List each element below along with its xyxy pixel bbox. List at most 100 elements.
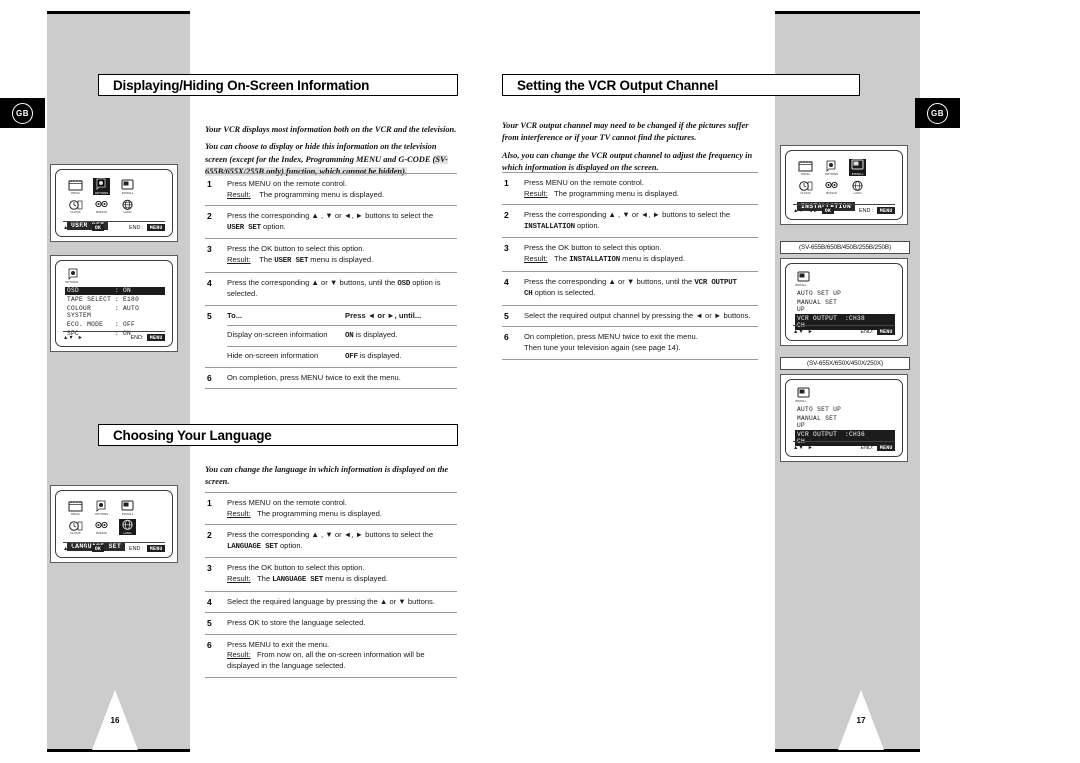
step-item: 5 Press OK to store the language selecte… xyxy=(205,612,457,634)
step-result: Result: The LANGUAGE SET menu is display… xyxy=(227,573,389,584)
step-item: 3 Press the OK button to select this opt… xyxy=(205,557,457,590)
updown-arrows-icon: ▲▼ xyxy=(63,334,74,341)
step-text: Press MENU on the remote control. xyxy=(227,179,347,188)
step-number: 1 xyxy=(504,178,509,188)
step-result: Result: The INSTALLATION menu is display… xyxy=(524,253,686,264)
step-body: Press the corresponding ▲ , ▼ or ◄, ► bu… xyxy=(524,210,758,232)
osd-row-value xyxy=(845,415,893,429)
options-icon xyxy=(94,178,109,190)
osd-footer: ▲▼ ► END: MENU xyxy=(63,331,165,341)
icon-prog: PROG xyxy=(67,499,84,516)
end-label: END : xyxy=(129,545,144,552)
globe-icon xyxy=(850,179,865,191)
icon-label: LANG xyxy=(123,210,132,214)
step-body: Select the required language by pressing… xyxy=(227,597,457,608)
steps-displaying-hiding: 1 Press MENU on the remote control. Resu… xyxy=(205,173,457,390)
osd-footer-keys: ▲▼ ◄► OK xyxy=(63,224,104,231)
step-item: 4 Select the required language by pressi… xyxy=(205,590,457,613)
osd-row-colour-system: COLOUR SYSTEM : AUTO xyxy=(65,304,165,320)
intro-vcr-output: Your VCR output channel may need to be c… xyxy=(502,120,758,180)
leftright-arrows-icon: ◄► xyxy=(807,207,819,214)
step-item: 2 Press the corresponding ▲ , ▼ or ◄, ► … xyxy=(205,524,457,557)
left-margin-top-rule xyxy=(47,11,190,14)
updown-arrows-icon: ▲▼ xyxy=(63,224,74,231)
osd-row-osd: OSD : ON xyxy=(65,286,165,296)
osd-footer-keys: ▲▼ ◄► OK xyxy=(793,207,834,214)
osd-footer: ▲▼ ◄► OK END : MENU xyxy=(793,204,895,214)
osd-screen: INSTALL AUTO SET UP MANUAL SET UP VCR OU… xyxy=(785,263,903,341)
step-text: Select the required language by pressing… xyxy=(227,596,435,606)
install-icon xyxy=(850,159,865,171)
left-page-gray-margin xyxy=(47,14,190,749)
leftright-arrows-icon: ◄► xyxy=(77,545,89,552)
sub-cell-right: ON is displayed. xyxy=(345,330,398,341)
right-arrow-icon: ► xyxy=(807,444,814,451)
screen-user-set-icons: PROG OPTIONS INSTALL CLOCK BONUS LANG US… xyxy=(50,164,178,242)
icon-options: OPTIONS xyxy=(93,499,110,516)
steps-vcr-output: 1 Press MENU on the remote control. Resu… xyxy=(502,172,758,360)
step-result: Result: The USER SET menu is displayed. xyxy=(227,254,374,265)
step-body: Press the OK button to select this optio… xyxy=(524,243,758,265)
icon-install: INSTALL xyxy=(849,159,866,176)
osd-screen: PROG OPTIONS INSTALL CLOCK xyxy=(55,169,173,237)
intro-line: Your VCR output channel may need to be c… xyxy=(502,121,749,143)
page-number-right: 17 xyxy=(838,690,884,750)
right-arrow-icon: ► xyxy=(77,334,84,341)
ok-key: OK xyxy=(92,224,104,231)
step-result: Result: The programming menu is displaye… xyxy=(227,508,382,518)
step-number: 5 xyxy=(504,310,509,321)
step-text-2: CH option is selected. xyxy=(524,288,596,299)
ok-key: OK xyxy=(822,207,834,214)
step-item: 5 To... Press ◄ or ►, until... Display o… xyxy=(205,304,457,367)
osd-icon-row-2: CLOCK BONUS LANG xyxy=(67,518,165,535)
step-item: 1 Press MENU on the remote control. Resu… xyxy=(205,492,457,524)
step-number: 2 xyxy=(504,210,509,221)
step-body: Press MENU on the remote control. Result… xyxy=(227,498,457,519)
icon-label: BONUS xyxy=(96,210,107,214)
icon-label: INSTALL xyxy=(851,171,864,176)
sub-table-row: Hide on-screen information OFF is displa… xyxy=(227,345,457,367)
step-body: Press MENU on the remote control. Result… xyxy=(227,179,457,200)
osd-row-auto-set-up: AUTO SET UP xyxy=(795,406,895,415)
osd-footer-end: END: MENU xyxy=(861,328,895,335)
end-label: END: xyxy=(130,334,144,341)
icon-clock: CLOCK xyxy=(67,519,84,535)
icon-label: CLOCK xyxy=(70,210,81,214)
osd-row-value xyxy=(845,406,893,413)
osd-icon-row-2: CLOCK BONUS LANG xyxy=(797,179,895,195)
osd-row-value xyxy=(845,290,893,297)
calendar-icon xyxy=(68,178,83,191)
osd-row-label: AUTO SET UP xyxy=(797,406,842,414)
icon-label: OPTIONS xyxy=(94,190,109,195)
step-number: 6 xyxy=(207,372,212,383)
icon-label: CLOCK xyxy=(70,531,81,535)
step-number: 4 xyxy=(207,596,212,607)
step-number: 4 xyxy=(207,277,212,288)
icon-label: BONUS xyxy=(826,191,837,195)
end-label: END : xyxy=(129,224,144,231)
screen-language-set-icons: PROG OPTIONS INSTALL CLOCK BONUS LANG LA… xyxy=(50,485,178,563)
step-item: 4 Press the corresponding ▲ or ▼ buttons… xyxy=(502,270,758,305)
icon-lang: LANG xyxy=(119,198,136,214)
options-icon xyxy=(94,499,109,512)
end-label: END: xyxy=(860,444,874,451)
menu-key: MENU xyxy=(877,444,895,451)
osd-row-manual-set-up: MANUAL SET UP xyxy=(795,298,895,314)
icon-prog: PROG xyxy=(797,159,814,176)
osd-screen: OPTIONS OSD : ON TAPE SELECT : E180 COLO… xyxy=(55,260,173,347)
osd-row-label: TAPE SELECT xyxy=(67,296,112,304)
step-item: 3 Press the OK button to select this opt… xyxy=(205,238,457,271)
options-icon xyxy=(66,267,81,280)
menu-key: MENU xyxy=(147,545,165,552)
icon-lang: LANG xyxy=(849,179,866,195)
osd-footer-end: END : MENU xyxy=(859,207,895,214)
install-icon xyxy=(796,270,811,282)
icon-options: OPTIONS xyxy=(823,159,840,176)
osd-footer-keys: ▲▼ ◄► OK xyxy=(63,545,104,552)
step-item: 1 Press MENU on the remote control. Resu… xyxy=(205,173,457,205)
step-text: Press the corresponding ▲ or ▼ buttons, … xyxy=(524,276,695,286)
sub-cell-right: OFF is displayed. xyxy=(345,350,402,361)
icon-bonus: BONUS xyxy=(823,179,840,195)
osd-row-value: : ON xyxy=(115,287,132,295)
step-text: Press MENU on the remote control. xyxy=(524,178,644,187)
